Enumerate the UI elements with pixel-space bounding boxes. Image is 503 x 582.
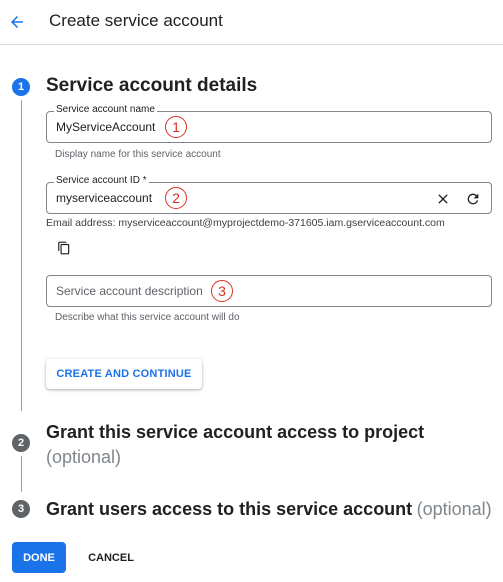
regenerate-id-button[interactable] [463,189,483,209]
step-2-heading[interactable]: Grant this service account access to pro… [46,420,486,470]
cancel-button[interactable]: CANCEL [80,542,142,573]
step-3-heading[interactable]: Grant users access to this service accou… [46,497,492,523]
step-connector-line-2 [21,456,22,492]
step-connector-line [21,100,22,411]
service-account-description-placeholder: Service account description [56,284,203,298]
page-title: Create service account [49,11,223,30]
header-bar: Create service account [0,0,503,45]
create-and-continue-button[interactable]: CREATE AND CONTINUE [46,359,202,389]
copy-icon [58,241,70,255]
clear-id-button[interactable] [433,189,453,209]
step-3-number: 3 [12,500,30,518]
email-address-text: Email address: myserviceaccount@myprojec… [46,217,445,229]
arrow-back-icon [11,16,23,28]
service-account-id-field[interactable]: Service account ID * myserviceaccount 2 [46,175,492,214]
service-account-id-label: Service account ID * [54,175,149,187]
copy-email-button[interactable] [54,238,74,258]
service-account-description-hint: Describe what this service account will … [55,312,240,323]
callout-3: 3 [211,280,233,302]
step-1-number: 1 [12,78,30,96]
service-account-name-hint: Display name for this service account [55,149,221,160]
step-2-title: Grant this service account access to pro… [46,422,425,442]
service-account-name-value: MyServiceAccount [56,120,156,134]
step-2-number: 2 [12,434,30,452]
step-3-title: Grant users access to this service accou… [46,499,413,519]
callout-2: 2 [165,187,187,209]
close-icon [438,194,448,204]
service-account-id-value: myserviceaccount [56,191,153,205]
step-1-title: Service account details [46,75,258,96]
service-account-name-field[interactable]: Service account name MyServiceAccount 1 [46,104,492,143]
refresh-icon [467,193,479,205]
service-account-name-label: Service account name [54,104,157,116]
done-button[interactable]: DONE [12,542,66,573]
callout-1: 1 [165,116,187,138]
step-2-optional: (optional) [46,447,122,467]
service-account-description-field[interactable]: Service account description 3 [46,275,492,307]
back-button[interactable] [4,9,30,35]
step-3-optional: (optional) [416,499,492,519]
